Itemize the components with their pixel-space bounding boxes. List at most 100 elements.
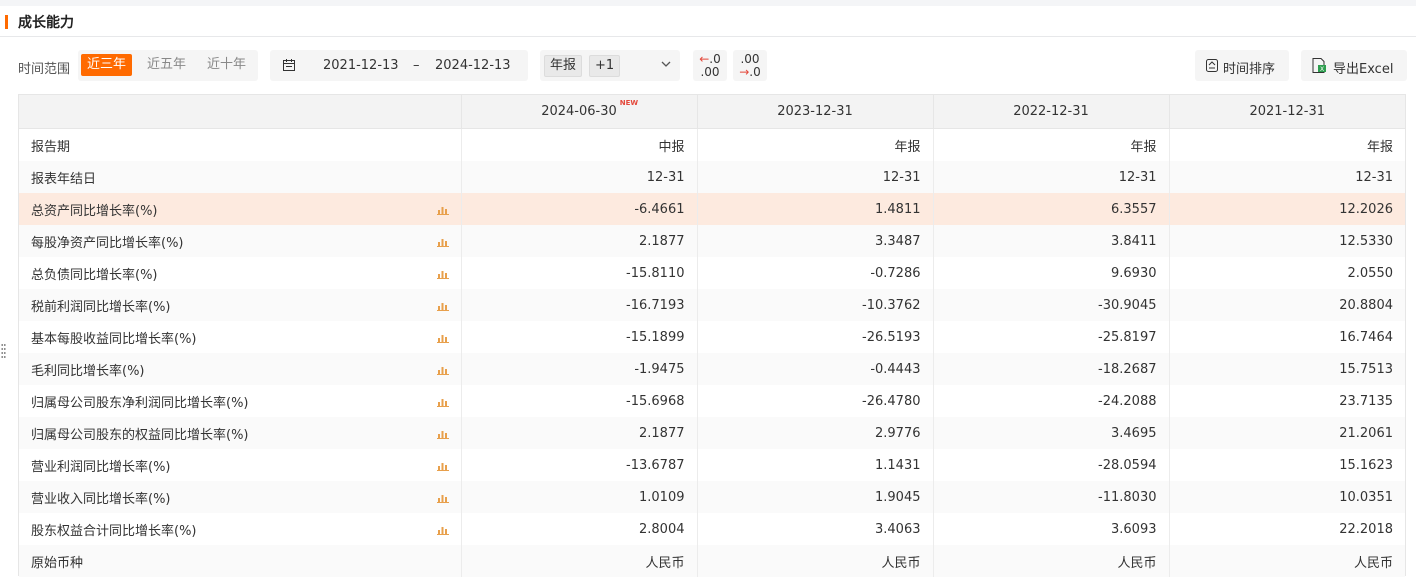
growth-table: 2024-06-30 NEW 2023-12-31 2022-12-31 2021… (18, 94, 1406, 577)
table-row: 毛利同比增长率(%) -1.9475 -0.4443 -18.2687 15.7513 (19, 353, 1405, 385)
bar-chart-icon[interactable] (436, 364, 449, 375)
range-3y-button[interactable]: 近三年 (81, 54, 133, 76)
table-row: 基本每股收益同比增长率(%) -15.1899 -26.5193 -25.8197 16… (19, 321, 1405, 353)
chevron-down-icon (661, 61, 671, 67)
row-label: 股东权益合计同比增长率(%) (19, 513, 461, 545)
range-10y-button[interactable]: 近十年 (201, 54, 252, 76)
bar-chart-icon[interactable] (436, 332, 449, 343)
bar-chart-icon[interactable] (436, 300, 449, 311)
row-label: 税前利润同比增长率(%) (19, 289, 461, 321)
table-cell: 3.8411 (932, 225, 1169, 257)
table-row: 报告期 中报 年报 年报 年报 (19, 128, 1405, 162)
export-excel-label: 导出Excel (1333, 62, 1394, 77)
column-header[interactable]: 2022-12-31 (932, 95, 1169, 129)
table-cell: -10.3762 (696, 289, 933, 321)
row-label: 归属母公司股东的权益同比增长率(%) (19, 417, 461, 449)
column-header[interactable]: 2024-06-30 NEW (460, 95, 697, 129)
table-cell: 2.1877 (460, 225, 697, 257)
row-label: 营业利润同比增长率(%) (19, 449, 461, 481)
row-label-text: 原始币种 (31, 555, 84, 571)
table-cell: 23.7135 (1168, 385, 1405, 417)
drag-handle-icon[interactable] (1, 343, 6, 359)
table-cell: -11.8030 (932, 481, 1169, 513)
table-cell: -24.2088 (932, 385, 1169, 417)
column-header[interactable]: 2021-12-31 (1168, 95, 1405, 129)
table-cell: 9.6930 (932, 257, 1169, 289)
row-label-text: 营业利润同比增长率(%) (31, 459, 171, 475)
time-sort-button[interactable]: 时间排序 (1195, 50, 1289, 81)
time-sort-label: 时间排序 (1223, 62, 1276, 77)
row-label: 总负债同比增长率(%) (19, 257, 461, 289)
accent-bar (5, 15, 8, 29)
bar-chart-icon[interactable] (436, 236, 449, 247)
export-excel-button[interactable]: X 导出Excel (1301, 50, 1407, 81)
date-start[interactable]: 2021-12-13 (323, 58, 399, 73)
table-cell: -30.9045 (932, 289, 1169, 321)
new-badge: NEW (619, 99, 639, 107)
table-cell: -15.1899 (460, 321, 697, 353)
date-end[interactable]: 2024-12-13 (435, 58, 511, 73)
row-label-text: 总负债同比增长率(%) (31, 267, 158, 283)
bar-chart-icon[interactable] (436, 492, 449, 503)
table-cell: 2.9776 (696, 417, 933, 449)
table-cell: 中报 (460, 128, 697, 161)
date-separator: – (413, 58, 420, 73)
table-cell: -13.6787 (460, 449, 697, 481)
table-cell: 22.2018 (1168, 513, 1405, 545)
table-cell: -25.8197 (932, 321, 1169, 353)
bar-chart-icon[interactable] (436, 460, 449, 471)
bar-chart-icon[interactable] (436, 204, 449, 215)
row-label: 营业收入同比增长率(%) (19, 481, 461, 513)
table-cell: 人民币 (1168, 545, 1405, 577)
column-header-label: 2024-06-30 (541, 104, 617, 119)
table-cell: -0.4443 (696, 353, 933, 385)
date-range-picker[interactable]: 2021-12-13 – 2024-12-13 (270, 50, 528, 81)
range-5y-button[interactable]: 近五年 (141, 54, 192, 76)
table-cell: 15.1623 (1168, 449, 1405, 481)
table-cell: -26.4780 (696, 385, 933, 417)
report-type-select[interactable]: 年报 +1 (540, 50, 680, 81)
header-corner (19, 95, 461, 129)
table-row: 营业利润同比增长率(%) -13.6787 1.1431 -28.0594 15.162… (19, 449, 1405, 481)
table-cell: 1.0109 (460, 481, 697, 513)
toolbar: 时间范围 近三年 近五年 近十年 2021-12-13 – 2024-12-13… (0, 48, 1416, 84)
table-cell: 2.8004 (460, 513, 697, 545)
row-label-text: 报告期 (31, 139, 71, 155)
decrease-decimal-button[interactable]: ←.0 .00 (693, 50, 727, 81)
table-row: 股东权益合计同比增长率(%) 2.8004 3.4063 3.6093 22.2018 (19, 513, 1405, 545)
row-label-text: 报表年结日 (31, 171, 97, 187)
table-row: 报表年结日 12-31 12-31 12-31 12-31 (19, 161, 1405, 193)
table-header-row: 2024-06-30 NEW 2023-12-31 2022-12-31 2021… (19, 95, 1405, 129)
bar-chart-icon[interactable] (436, 428, 449, 439)
table-cell: -6.4661 (460, 193, 697, 225)
table-cell: -16.7193 (460, 289, 697, 321)
table-cell: 1.4811 (696, 193, 933, 225)
table-cell: 20.8804 (1168, 289, 1405, 321)
section-title: 成长能力 (18, 15, 74, 31)
table-cell: 1.9045 (696, 481, 933, 513)
table-cell: 12.5330 (1168, 225, 1405, 257)
table-cell: 3.4695 (932, 417, 1169, 449)
row-label-text: 归属母公司股东的权益同比增长率(%) (31, 427, 249, 443)
table-cell: 2.0550 (1168, 257, 1405, 289)
bar-chart-icon[interactable] (436, 396, 449, 407)
table-cell: 12-31 (1168, 161, 1405, 193)
table-row: 营业收入同比增长率(%) 1.0109 1.9045 -11.8030 10.0351 (19, 481, 1405, 513)
calendar-icon (283, 59, 295, 71)
increase-decimal-button[interactable]: .00 →.0 (733, 50, 767, 81)
row-label: 报告期 (19, 129, 461, 162)
table-cell: -1.9475 (460, 353, 697, 385)
row-label-text: 总资产同比增长率(%) (31, 203, 158, 219)
table-cell: 12.2026 (1168, 193, 1405, 225)
column-header[interactable]: 2023-12-31 (696, 95, 933, 129)
bar-chart-icon[interactable] (436, 524, 449, 535)
column-header-label: 2022-12-31 (1013, 104, 1089, 119)
bar-chart-icon[interactable] (436, 268, 449, 279)
row-label: 原始币种 (19, 545, 461, 577)
row-label: 基本每股收益同比增长率(%) (19, 321, 461, 353)
row-label: 报表年结日 (19, 161, 461, 193)
table-cell: 15.7513 (1168, 353, 1405, 385)
row-label: 毛利同比增长率(%) (19, 353, 461, 385)
table-cell: 12-31 (696, 161, 933, 193)
column-header-label: 2023-12-31 (777, 104, 853, 119)
